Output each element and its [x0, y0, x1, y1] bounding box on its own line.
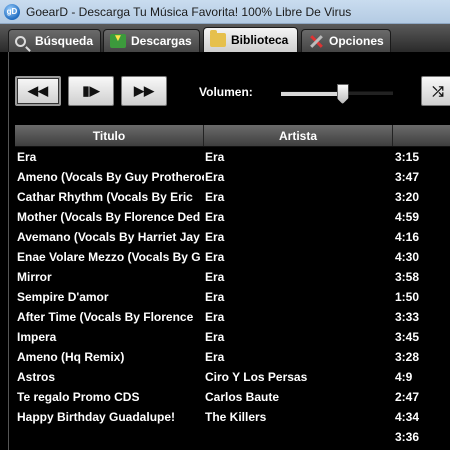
forward-icon: ▶▶ — [134, 83, 154, 98]
folder-icon — [210, 30, 226, 47]
track-artist-cell: The Killers — [205, 410, 267, 424]
track-title-cell: Enae Volare Mezzo (Vocals By G — [17, 250, 201, 264]
track-duration-cell: 3:58 — [395, 270, 420, 284]
track-title-cell: Astros — [17, 370, 56, 384]
track-artist-cell: Era — [205, 210, 225, 224]
search-icon — [15, 35, 26, 47]
table-row[interactable]: Impera Era 3:45 — [15, 327, 450, 347]
column-header-title[interactable]: Titulo — [15, 125, 204, 146]
play-button[interactable]: ▮▶ — [68, 76, 114, 106]
table-row[interactable]: Era Era 3:15 — [15, 147, 450, 167]
volume-slider[interactable] — [281, 84, 393, 104]
track-artist-cell: Era — [205, 350, 225, 364]
track-duration-cell: 4:34 — [395, 410, 420, 424]
track-title-cell: Ameno (Vocals By Guy Protheroe — [17, 170, 204, 184]
table-row[interactable]: Mirror Era 3:58 — [15, 267, 450, 287]
forward-button[interactable]: ▶▶ — [121, 76, 167, 106]
tab-busqueda[interactable]: Búsqueda — [8, 29, 101, 52]
track-artist-cell: Era — [205, 230, 225, 244]
column-header-duration[interactable] — [393, 125, 450, 146]
table-row[interactable]: Cathar Rhythm (Vocals By Eric Era 3:20 — [15, 187, 450, 207]
track-duration-cell: 3:45 — [395, 330, 420, 344]
track-duration-cell: 3:33 — [395, 310, 420, 324]
shuffle-button[interactable]: ⤮ — [421, 76, 450, 106]
track-artist-cell: Era — [205, 150, 225, 164]
track-duration-cell: 4:9 — [395, 370, 413, 384]
track-artist-cell: Ciro Y Los Persas — [205, 370, 308, 384]
track-artist-cell: Era — [205, 290, 225, 304]
track-artist-cell — [204, 427, 393, 447]
column-header-artist[interactable]: Artista — [204, 125, 393, 146]
track-artist-cell: Era — [205, 310, 225, 324]
tab-strip: Búsqueda Descargas Biblioteca Opciones — [0, 24, 450, 52]
tab-label: Búsqueda — [35, 34, 94, 48]
library-panel: ◀◀ ▮▶ ▶▶ Volumen: ⤮ Titulo Artista Era Er… — [8, 52, 450, 450]
table-row[interactable]: After Time (Vocals By Florence Era 3:33 — [15, 307, 450, 327]
tab-label: Descargas — [131, 34, 192, 48]
track-duration-cell: 1:50 — [395, 290, 420, 304]
table-row[interactable]: Sempire D'amor Era 1:50 — [15, 287, 450, 307]
tab-label: Biblioteca — [231, 33, 289, 47]
track-artist-cell: Carlos Baute — [205, 390, 280, 404]
track-artist-cell: Era — [205, 330, 225, 344]
table-header: Titulo Artista — [15, 125, 450, 147]
download-icon — [110, 33, 126, 48]
rewind-icon: ◀◀ — [28, 83, 48, 98]
rewind-button[interactable]: ◀◀ — [15, 76, 61, 106]
track-title-cell: Mother (Vocals By Florence Ded — [17, 210, 201, 224]
track-duration-cell: 3:47 — [395, 170, 420, 184]
track-duration-cell: 4:16 — [395, 230, 420, 244]
table-row[interactable]: Mother (Vocals By Florence Ded Era 4:59 — [15, 207, 450, 227]
track-title-cell: Era — [17, 150, 37, 164]
track-duration-cell: 3:15 — [395, 150, 420, 164]
track-duration-cell: 2:47 — [395, 390, 420, 404]
track-artist-cell: Era — [205, 170, 225, 184]
table-row[interactable]: Te regalo Promo CDS Carlos Baute 2:47 — [15, 387, 450, 407]
track-artist-cell: Era — [205, 250, 225, 264]
track-title-cell: After Time (Vocals By Florence — [17, 310, 194, 324]
table-row[interactable]: Happy Birthday Guadalupe! The Killers 4:34 — [15, 407, 450, 427]
volume-label: Volumen: — [199, 85, 253, 99]
track-title-cell: Ameno (Hq Remix) — [17, 350, 125, 364]
track-title-cell: Impera — [17, 330, 57, 344]
player-controls: ◀◀ ▮▶ ▶▶ Volumen: ⤮ — [9, 52, 450, 122]
track-title-cell: Te regalo Promo CDS — [17, 390, 140, 404]
shuffle-icon: ⤮ — [432, 82, 444, 99]
table-row[interactable]: Ameno (Vocals By Guy Protheroe Era 3:47 — [15, 167, 450, 187]
app-logo-icon: gD — [4, 3, 20, 20]
volume-fill — [281, 92, 343, 96]
track-duration-cell: 3:28 — [395, 350, 420, 364]
track-title-cell: Sempire D'amor — [17, 290, 109, 304]
volume-thumb[interactable] — [336, 84, 349, 104]
tools-icon — [308, 34, 324, 48]
table-row[interactable]: Astros Ciro Y Los Persas 4:9 — [15, 367, 450, 387]
track-title-cell: Happy Birthday Guadalupe! — [17, 410, 176, 424]
table-row[interactable]: Enae Volare Mezzo (Vocals By G Era 4:30 — [15, 247, 450, 267]
track-duration-cell: 4:59 — [395, 210, 420, 224]
tab-descargas[interactable]: Descargas — [103, 29, 200, 52]
track-title-cell: Cathar Rhythm (Vocals By Eric — [17, 190, 193, 204]
title-bar: gD GoearD - Descarga Tu Música Favorita!… — [0, 0, 450, 24]
track-duration-cell: 3:20 — [395, 190, 420, 204]
table-row[interactable]: 3:36 — [15, 427, 450, 447]
track-title-cell: Avemano (Vocals By Harriet Jay — [17, 230, 200, 244]
track-artist-cell: Era — [205, 270, 225, 284]
track-title-cell — [15, 427, 204, 447]
library-table: Titulo Artista Era Era 3:15 Ameno (Vocals B… — [15, 125, 450, 447]
track-title-cell: Mirror — [17, 270, 52, 284]
track-duration-cell: 4:30 — [395, 250, 420, 264]
window-title: GoearD - Descarga Tu Música Favorita! 10… — [26, 4, 352, 19]
table-row[interactable]: Avemano (Vocals By Harriet Jay Era 4:16 — [15, 227, 450, 247]
table-row[interactable]: Ameno (Hq Remix) Era 3:28 — [15, 347, 450, 367]
table-body: Era Era 3:15 Ameno (Vocals By Guy Protheroe… — [15, 147, 450, 447]
track-duration-cell: 3:36 — [395, 430, 420, 444]
tab-biblioteca[interactable]: Biblioteca — [203, 27, 298, 52]
tab-opciones[interactable]: Opciones — [301, 29, 391, 52]
play-icon: ▮▶ — [82, 83, 100, 98]
tab-label: Opciones — [329, 34, 384, 48]
track-artist-cell: Era — [205, 190, 225, 204]
